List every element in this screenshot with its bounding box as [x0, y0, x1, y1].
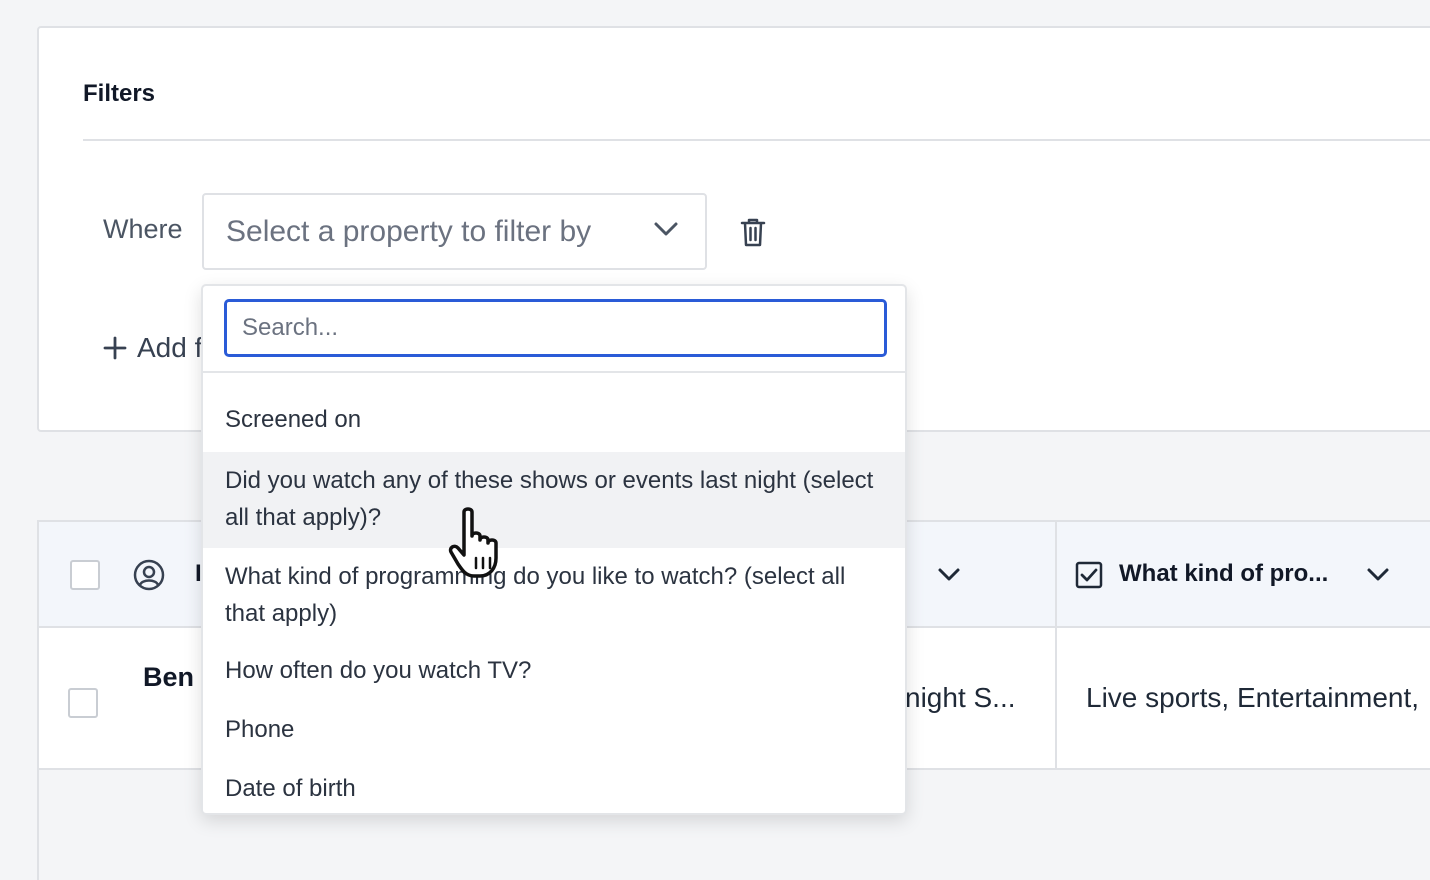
chevron-down-icon[interactable] — [937, 566, 961, 584]
plus-icon — [103, 336, 127, 360]
table-cell: night S... — [905, 682, 1016, 713]
select-all-checkbox[interactable] — [70, 560, 100, 590]
chevron-down-icon — [654, 222, 678, 236]
dropdown-option[interactable]: Did you watch any of these shows or even… — [203, 452, 905, 548]
dropdown-option[interactable]: What kind of programming do you like to … — [203, 558, 905, 638]
filters-title: Filters — [83, 80, 156, 107]
user-circle-icon — [133, 559, 165, 591]
dropdown-option[interactable]: Screened on — [203, 401, 905, 445]
dropdown-option[interactable]: Phone — [203, 711, 905, 755]
row-checkbox[interactable] — [68, 688, 98, 718]
dropdown-option[interactable]: Date of birth — [203, 770, 905, 813]
column-divider — [1055, 628, 1057, 770]
where-label: Where — [103, 214, 183, 244]
column-header-programming[interactable]: What kind of pro... — [1119, 560, 1328, 588]
table-cell: Live sports, Entertainment, — [1086, 682, 1420, 713]
filters-divider — [83, 139, 1430, 141]
page: Filters Where Select a property to filte… — [0, 0, 1430, 880]
row-name[interactable]: Ben — [143, 662, 194, 693]
add-filter-button[interactable]: Add f — [103, 332, 202, 364]
checkbox-icon — [1075, 561, 1103, 589]
dropdown-search-area — [203, 286, 905, 373]
property-select-placeholder: Select a property to filter by — [226, 214, 592, 248]
chevron-down-icon[interactable] — [1366, 566, 1390, 584]
search-input[interactable] — [224, 299, 887, 357]
property-dropdown-menu: Screened on Did you watch any of these s… — [201, 284, 907, 815]
dropdown-option[interactable]: How often do you watch TV? — [203, 652, 905, 696]
column-divider — [1055, 522, 1057, 628]
add-filter-label: Add f — [137, 332, 203, 363]
property-select[interactable]: Select a property to filter by — [202, 193, 707, 270]
trash-icon[interactable] — [739, 216, 767, 248]
